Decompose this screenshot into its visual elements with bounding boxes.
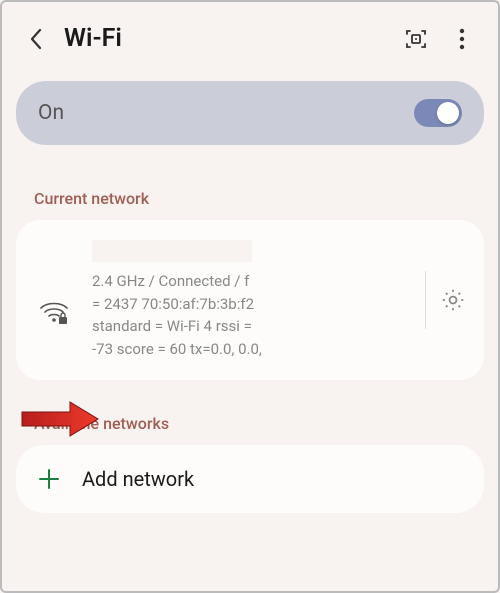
plus-icon: [38, 468, 60, 490]
wifi-toggle-label: On: [38, 101, 64, 125]
current-network-section-label: Current network: [2, 155, 498, 220]
divider: [425, 271, 426, 329]
page-title: Wi-Fi: [64, 24, 404, 53]
current-network-card[interactable]: 2.4 GHz / Connected / f = 2437 70:50:af:…: [16, 220, 484, 380]
switch-knob: [437, 102, 459, 124]
network-settings-button[interactable]: [440, 287, 466, 313]
more-options-icon[interactable]: [450, 27, 474, 51]
network-details: 2.4 GHz / Connected / f = 2437 70:50:af:…: [92, 270, 322, 360]
add-network-label: Add network: [82, 467, 194, 491]
back-button[interactable]: [26, 29, 46, 49]
network-name-redacted: [92, 240, 252, 262]
qr-scan-icon[interactable]: [404, 27, 428, 51]
add-network-button[interactable]: Add network: [16, 445, 484, 513]
available-networks-section-label: Available networks: [2, 380, 498, 445]
wifi-toggle-switch[interactable]: [414, 99, 462, 127]
wifi-toggle-row[interactable]: On: [16, 81, 484, 145]
wifi-secured-icon: [39, 300, 69, 330]
